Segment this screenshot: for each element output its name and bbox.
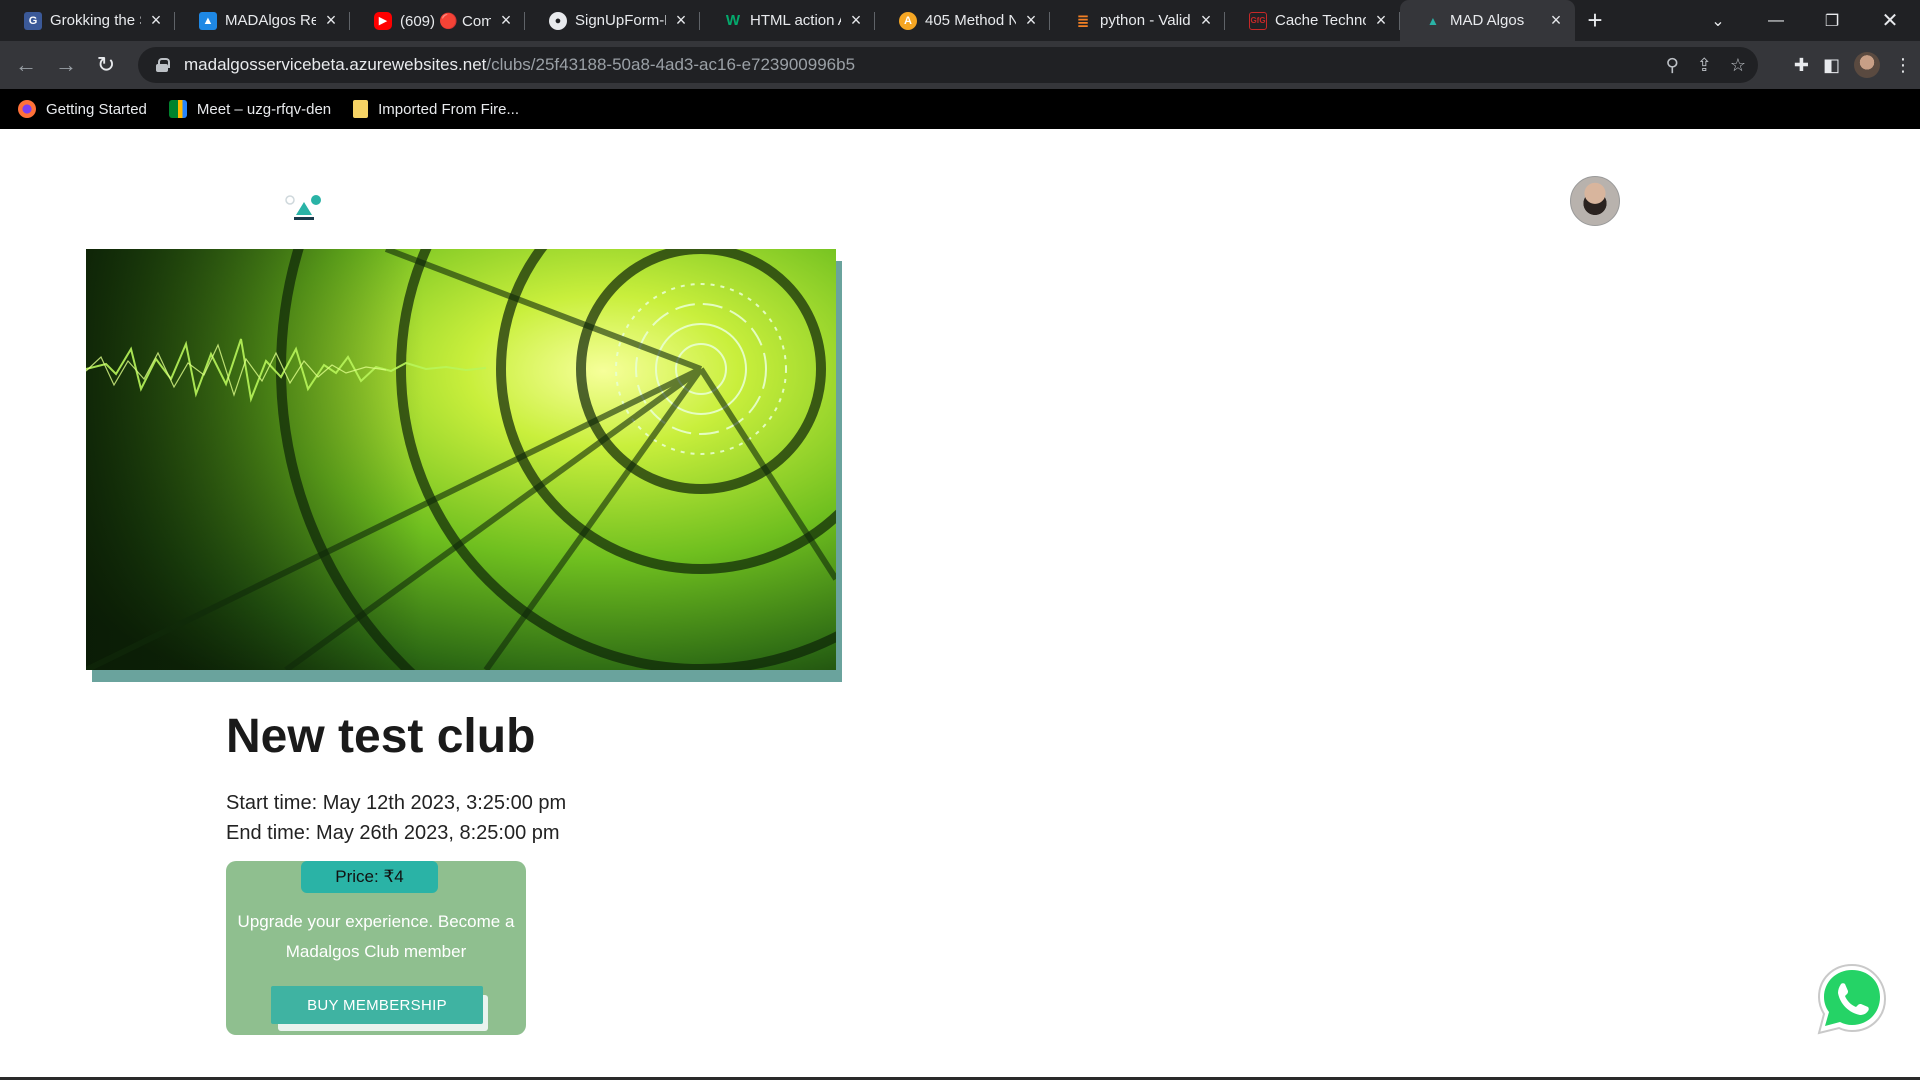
tab-title: (609) 🔴 Comp xyxy=(400,12,491,30)
tab-title: Grokking the S xyxy=(50,12,141,29)
club-title: New test club xyxy=(226,710,536,763)
tab-madalgos-rel[interactable]: ▲ MADAlgos Rel × xyxy=(175,0,350,41)
restore-icon[interactable]: ❐ xyxy=(1804,0,1860,41)
youtube-icon: ▶ xyxy=(374,11,392,30)
tab-stackoverflow[interactable]: ≣ python - Valid × xyxy=(1050,0,1225,41)
forward-icon[interactable]: → xyxy=(46,45,86,85)
tab-youtube[interactable]: ▶ (609) 🔴 Comp × xyxy=(350,0,525,41)
page-content: New test club Start time: May 12th 2023,… xyxy=(0,129,1920,1080)
tab-w3schools[interactable]: W HTML action A × xyxy=(700,0,875,41)
close-icon[interactable]: × xyxy=(847,10,865,31)
whatsapp-icon[interactable] xyxy=(1814,961,1890,1037)
azure-icon: ▲ xyxy=(199,11,217,30)
close-icon[interactable]: × xyxy=(322,10,340,31)
close-icon[interactable]: × xyxy=(497,10,515,31)
close-icon[interactable]: × xyxy=(672,10,690,31)
w-icon: W xyxy=(725,12,741,29)
close-icon[interactable]: × xyxy=(1022,10,1040,31)
bookmark-label: Getting Started xyxy=(46,100,147,118)
close-icon[interactable]: × xyxy=(1372,10,1390,31)
tab-github[interactable]: ● SignUpForm-H × xyxy=(525,0,700,41)
minimize-icon[interactable]: — xyxy=(1748,0,1804,41)
close-icon[interactable]: × xyxy=(1197,10,1215,31)
github-icon: ● xyxy=(549,11,567,30)
start-time: Start time: May 12th 2023, 3:25:00 pm xyxy=(226,792,567,814)
bookmark-label: Meet – uzg-rfqv-den xyxy=(196,100,332,118)
tab-mad-algos[interactable]: ▲ MAD Algos × xyxy=(1400,0,1575,41)
address-bar[interactable]: madalgosservicebeta.azurewebsites.net/cl… xyxy=(138,47,1758,83)
a-icon: A xyxy=(899,11,917,30)
bookmarks-bar: Getting Started Meet – uzg-rfqv-den Impo… xyxy=(0,89,1920,129)
tab-title: MAD Algos xyxy=(1450,12,1525,29)
firefox-icon xyxy=(18,100,36,118)
bookmark-meet[interactable]: Meet – uzg-rfqv-den xyxy=(168,100,332,118)
url-host: madalgosservicebeta.azurewebsites.net xyxy=(184,55,487,74)
close-icon[interactable]: × xyxy=(147,10,165,31)
browser-toolbar: ← → ↻ madalgosservicebeta.azurewebsites.… xyxy=(0,41,1920,89)
tab-grokking[interactable]: G Grokking the S × xyxy=(0,0,175,41)
close-icon[interactable]: × xyxy=(1547,10,1565,31)
bookmark-folder-imported[interactable]: Imported From Fire... xyxy=(353,100,519,118)
membership-card: Price: ₹4 Upgrade your experience. Becom… xyxy=(226,861,526,1035)
buy-membership-button[interactable]: BUY MEMBERSHIP xyxy=(271,986,483,1024)
tab-strip: G Grokking the S × ▲ MADAlgos Rel × ▶ (6… xyxy=(0,0,1920,41)
bookmark-label: Imported From Fire... xyxy=(378,100,519,118)
madalgos-icon: ▲ xyxy=(1427,13,1439,28)
tab-title: MADAlgos Rel xyxy=(225,12,316,29)
upsell-text: Upgrade your experience. Become a Madalg… xyxy=(237,912,515,961)
doc-icon: G xyxy=(24,11,42,30)
profile-avatar[interactable] xyxy=(1854,52,1880,78)
window-close-icon[interactable]: ✕ xyxy=(1862,0,1918,41)
user-avatar[interactable] xyxy=(1570,176,1620,226)
folder-icon xyxy=(353,100,369,118)
lock-icon xyxy=(156,58,170,72)
club-banner-image xyxy=(86,249,836,670)
side-panel-icon[interactable]: ◧ xyxy=(1823,55,1840,76)
price-badge: Price: ₹4 xyxy=(301,861,438,893)
menu-icon[interactable]: ⋮ xyxy=(1894,55,1912,76)
tab-title: python - Valid xyxy=(1100,12,1191,29)
share-icon[interactable]: ⇪ xyxy=(1697,55,1712,76)
tab-search-icon[interactable]: ⌄ xyxy=(1690,0,1746,41)
tab-cache[interactable]: GfG Cache Technol × xyxy=(1225,0,1400,41)
tab-405-method[interactable]: A 405 Method N × xyxy=(875,0,1050,41)
new-tab-button[interactable]: + xyxy=(1575,0,1615,41)
tab-title: Cache Technol xyxy=(1275,12,1366,29)
back-icon[interactable]: ← xyxy=(6,45,46,85)
madalgos-logo[interactable] xyxy=(284,193,324,223)
extensions-icon[interactable]: ✚ xyxy=(1794,55,1809,76)
stackoverflow-icon: ≣ xyxy=(1076,12,1090,30)
site-icon: GfG xyxy=(1249,11,1267,30)
tab-title: SignUpForm-H xyxy=(575,12,666,29)
bookmark-getting-started[interactable]: Getting Started xyxy=(18,100,147,118)
tab-title: 405 Method N xyxy=(925,12,1016,29)
tab-title: HTML action A xyxy=(750,12,841,29)
location-icon[interactable]: ⚲ xyxy=(1666,55,1679,76)
end-time: End time: May 26th 2023, 8:25:00 pm xyxy=(226,822,560,844)
reload-icon[interactable]: ↻ xyxy=(86,45,126,85)
bookmark-star-icon[interactable]: ☆ xyxy=(1730,55,1746,76)
meet-icon xyxy=(168,100,187,118)
url-path: /clubs/25f43188-50a8-4ad3-ac16-e72390099… xyxy=(486,55,856,74)
